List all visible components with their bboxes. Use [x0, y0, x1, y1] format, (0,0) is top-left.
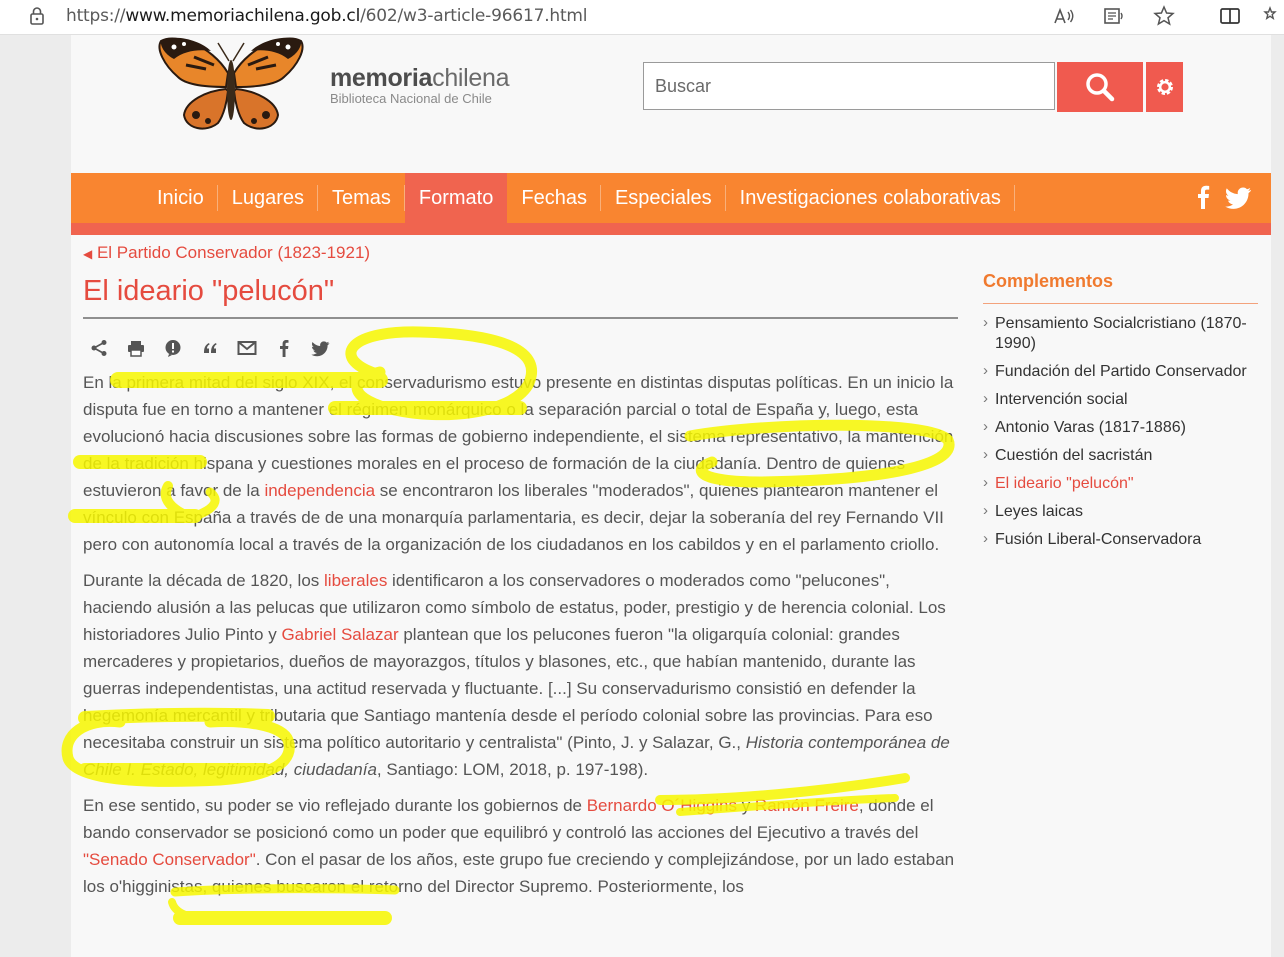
brand-name: memoriachilena — [330, 64, 510, 92]
chevron-left-icon: ◀ — [83, 247, 93, 261]
gear-icon — [1156, 79, 1173, 95]
quote-icon — [204, 343, 217, 353]
brand-subtitle: Biblioteca Nacional de Chile — [330, 91, 492, 106]
facebook-icon[interactable] — [1191, 184, 1215, 210]
twitter-icon — [311, 341, 330, 357]
facebook-share-button[interactable] — [274, 338, 294, 358]
sidebar-item-current[interactable]: El ideario "pelucón" — [983, 473, 1258, 494]
link-independencia[interactable]: independencia — [264, 481, 375, 500]
nav-item-fechas[interactable]: Fechas — [507, 173, 601, 223]
print-icon — [128, 341, 144, 357]
article-paragraph: En ese sentido, su poder se vio reflejad… — [83, 796, 955, 896]
sidebar-item[interactable]: Fundación del Partido Conservador — [983, 361, 1258, 382]
favorites-icon[interactable] — [1262, 4, 1284, 28]
breadcrumb-link[interactable]: El Partido Conservador (1823-1921) — [97, 243, 370, 262]
complementos-sidebar: Complementos Pensamiento Socialcristiano… — [983, 271, 1258, 558]
title-divider — [83, 317, 958, 319]
nav-item-formato[interactable]: Formato — [404, 173, 508, 223]
sidebar-item[interactable]: Cuestión del sacristán — [983, 445, 1258, 466]
article-paragraph: Durante la década de 1820, los liberales… — [83, 571, 950, 779]
search-button[interactable] — [1057, 62, 1143, 112]
site-header: memoriachilena Biblioteca Nacional de Ch… — [71, 35, 1271, 173]
split-screen-icon[interactable] — [1218, 4, 1242, 28]
nav-item-especiales[interactable]: Especiales — [601, 173, 726, 223]
article-paragraph: En la primera mitad del siglo XIX, el co… — [83, 373, 954, 554]
sidebar-item[interactable]: Intervención social — [983, 389, 1258, 410]
twitter-icon[interactable] — [1225, 184, 1253, 210]
search-input[interactable] — [644, 63, 1037, 109]
sidebar-divider — [983, 303, 1258, 304]
alert-icon — [165, 340, 181, 357]
main-nav: Inicio Lugares Temas Formato Fechas Espe… — [71, 173, 1271, 235]
nav-item-inicio[interactable]: Inicio — [143, 173, 218, 223]
page-container: memoriachilena Biblioteca Nacional de Ch… — [71, 35, 1271, 957]
url-text[interactable]: https://www.memoriachilena.gob.cl/602/w3… — [66, 6, 588, 26]
link-gabriel-salazar[interactable]: Gabriel Salazar — [281, 625, 398, 644]
nav-item-lugares[interactable]: Lugares — [218, 173, 319, 223]
favorite-star-icon[interactable] — [1152, 4, 1176, 28]
sidebar-item[interactable]: Pensamiento Socialcristiano (1870-1990) — [983, 313, 1258, 354]
nav-item-temas[interactable]: Temas — [318, 173, 405, 223]
browser-address-bar: https://www.memoriachilena.gob.cl/602/w3… — [0, 0, 1284, 35]
read-aloud-icon[interactable] — [1052, 4, 1076, 28]
sidebar-title: Complementos — [983, 271, 1114, 291]
link-bernardo-ohiggins[interactable]: Bernardo O´Higgins — [587, 796, 737, 815]
mail-icon — [237, 341, 257, 355]
search-box — [643, 62, 1055, 110]
brand-logo[interactable]: memoriachilena Biblioteca Nacional de Ch… — [330, 64, 510, 106]
share-icon — [91, 340, 107, 356]
link-liberales[interactable]: liberales — [324, 571, 387, 590]
sidebar-item[interactable]: Antonio Varas (1817-1886) — [983, 417, 1258, 438]
link-senado-conservador[interactable]: "Senado Conservador" — [83, 850, 256, 869]
immersive-reader-icon[interactable] — [1102, 4, 1126, 28]
link-ramon-freire[interactable]: Ramón Freire — [755, 796, 859, 815]
report-button[interactable] — [163, 338, 183, 358]
email-button[interactable] — [237, 338, 257, 358]
nav-item-investigaciones[interactable]: Investigaciones colaborativas — [726, 173, 1016, 223]
breadcrumb[interactable]: ◀ El Partido Conservador (1823-1921) — [83, 243, 370, 263]
print-button[interactable] — [126, 338, 146, 358]
lock-icon[interactable] — [26, 5, 48, 27]
search-icon — [1086, 73, 1115, 102]
sidebar-item[interactable]: Leyes laicas — [983, 501, 1258, 522]
page-title: El ideario "pelucón" — [83, 275, 335, 307]
sidebar-item[interactable]: Fusión Liberal-Conservadora — [983, 529, 1258, 550]
share-button[interactable] — [89, 338, 109, 358]
cite-button[interactable] — [200, 338, 220, 358]
facebook-icon — [280, 340, 289, 357]
nav-social-links — [1191, 184, 1253, 210]
share-toolbar — [89, 338, 331, 358]
twitter-share-button[interactable] — [311, 338, 331, 358]
butterfly-logo-icon[interactable] — [156, 35, 306, 137]
search-settings-button[interactable] — [1146, 62, 1183, 112]
article-body: En la primera mitad del siglo XIX, el co… — [83, 369, 963, 909]
